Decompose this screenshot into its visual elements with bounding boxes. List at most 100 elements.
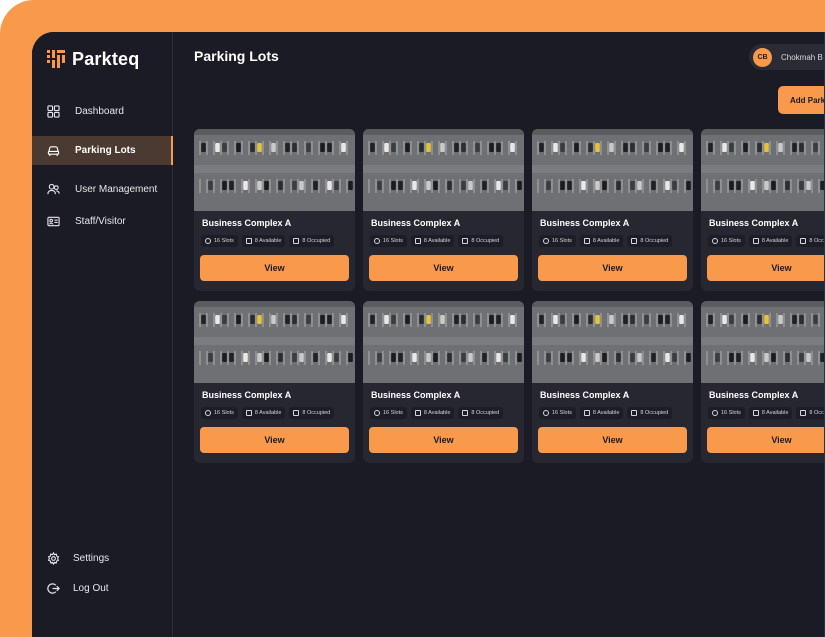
parked-car [637,181,642,190]
parked-car [496,315,501,324]
user-menu[interactable]: CB Chokmah B [749,44,824,70]
parked-car [370,315,375,324]
parked-car [271,315,276,324]
parked-car [496,353,501,362]
sidebar-item-label: Settings [73,553,110,564]
parked-car [595,353,600,362]
parked-car [623,315,628,324]
parked-car [426,181,431,190]
sidebar-item-dashboard[interactable]: Dashboard [32,97,173,126]
occupied-badge: 8 Occupied [796,407,824,419]
parked-car [820,353,824,362]
available-badge: 8 Available [241,235,286,247]
slots-count: 16 Slots [214,238,234,244]
parked-car [517,181,522,190]
occupied-badge: 8 Occupied [796,235,824,247]
parked-car [806,181,811,190]
slots-badge: 16 Slots [708,407,745,419]
parked-car [764,181,769,190]
parking-lot-stats: 16 Slots 8 Available 8 Occupied [201,235,335,247]
view-button[interactable]: View [707,427,824,453]
parking-lot-card: Business Complex A 16 Slots 8 Available … [363,129,524,291]
parked-car [792,315,797,324]
parked-car [729,143,734,152]
view-button[interactable]: View [200,255,349,281]
car-available-icon [414,410,421,416]
view-button[interactable]: View [369,427,518,453]
slots-badge: 16 Slots [539,235,576,247]
view-button[interactable]: View [200,427,349,453]
logout-icon [46,582,60,596]
view-button[interactable]: View [538,427,687,453]
parked-car [792,143,797,152]
parking-lot-photo [363,301,524,383]
parked-car [729,315,734,324]
parked-car [320,315,325,324]
parked-car [729,181,734,190]
sidebar-item-settings[interactable]: Settings [32,544,173,573]
parked-car [440,315,445,324]
car-occupied-icon [800,410,807,416]
view-button[interactable]: View [369,255,518,281]
sidebar-item-logout[interactable]: Log Out [32,574,173,603]
parked-car [588,143,593,152]
parked-car [553,315,558,324]
add-parking-lot-button[interactable]: Add Parki [778,86,824,114]
parked-car [616,181,621,190]
parked-car [306,143,311,152]
parked-car [377,353,382,362]
sidebar-item-parking-lots[interactable]: Parking Lots [32,136,173,165]
view-button[interactable]: View [538,255,687,281]
parked-car [475,143,480,152]
parked-car [334,353,339,362]
parked-car [820,181,824,190]
parked-car [679,315,684,324]
parked-car [785,181,790,190]
parked-car [553,143,558,152]
slots-count: 16 Slots [552,410,572,416]
available-count: 8 Available [254,238,282,244]
slots-icon [712,238,718,244]
parking-lot-title: Business Complex A [540,390,630,400]
available-count: 8 Available [761,410,789,416]
parking-lot-stats: 16 Slots 8 Available 8 Occupied [201,407,335,419]
parked-car [222,315,227,324]
occupied-count: 8 Occupied [471,410,500,416]
parked-car [264,181,269,190]
parked-car [475,315,480,324]
avatar: CB [753,47,772,67]
view-button[interactable]: View [707,255,824,281]
occupied-badge: 8 Occupied [289,235,335,247]
occupied-badge: 8 Occupied [289,407,335,419]
parked-car [468,181,473,190]
slots-badge: 16 Slots [201,235,238,247]
window-frame: Parkteq Dashboard Parking Lots User Mana… [0,0,825,637]
brand-logo[interactable]: Parkteq [46,46,139,72]
parked-car [201,315,206,324]
parked-car [736,353,741,362]
sidebar-item-label: Log Out [73,583,109,594]
parked-car [208,181,213,190]
parked-car [679,143,684,152]
parked-car [813,143,818,152]
parking-lot-title: Business Complex A [202,218,292,228]
parked-car [320,143,325,152]
parked-car [785,353,790,362]
parked-car [799,315,804,324]
parked-car [771,181,776,190]
parking-lot-photo [194,301,355,383]
parked-car [327,181,332,190]
parked-car [517,353,522,362]
parked-car [743,315,748,324]
parked-car [334,181,339,190]
sidebar-item-user-management[interactable]: User Management [32,175,173,204]
parked-car [658,143,663,152]
available-badge: 8 Available [748,235,793,247]
sidebar-item-staff-visitor[interactable]: Staff/Visitor [32,207,173,236]
parked-car [447,353,452,362]
parked-car [503,353,508,362]
available-count: 8 Available [592,410,620,416]
parking-lot-photo [532,301,693,383]
parked-car [764,143,769,152]
car-occupied-icon [631,238,638,244]
